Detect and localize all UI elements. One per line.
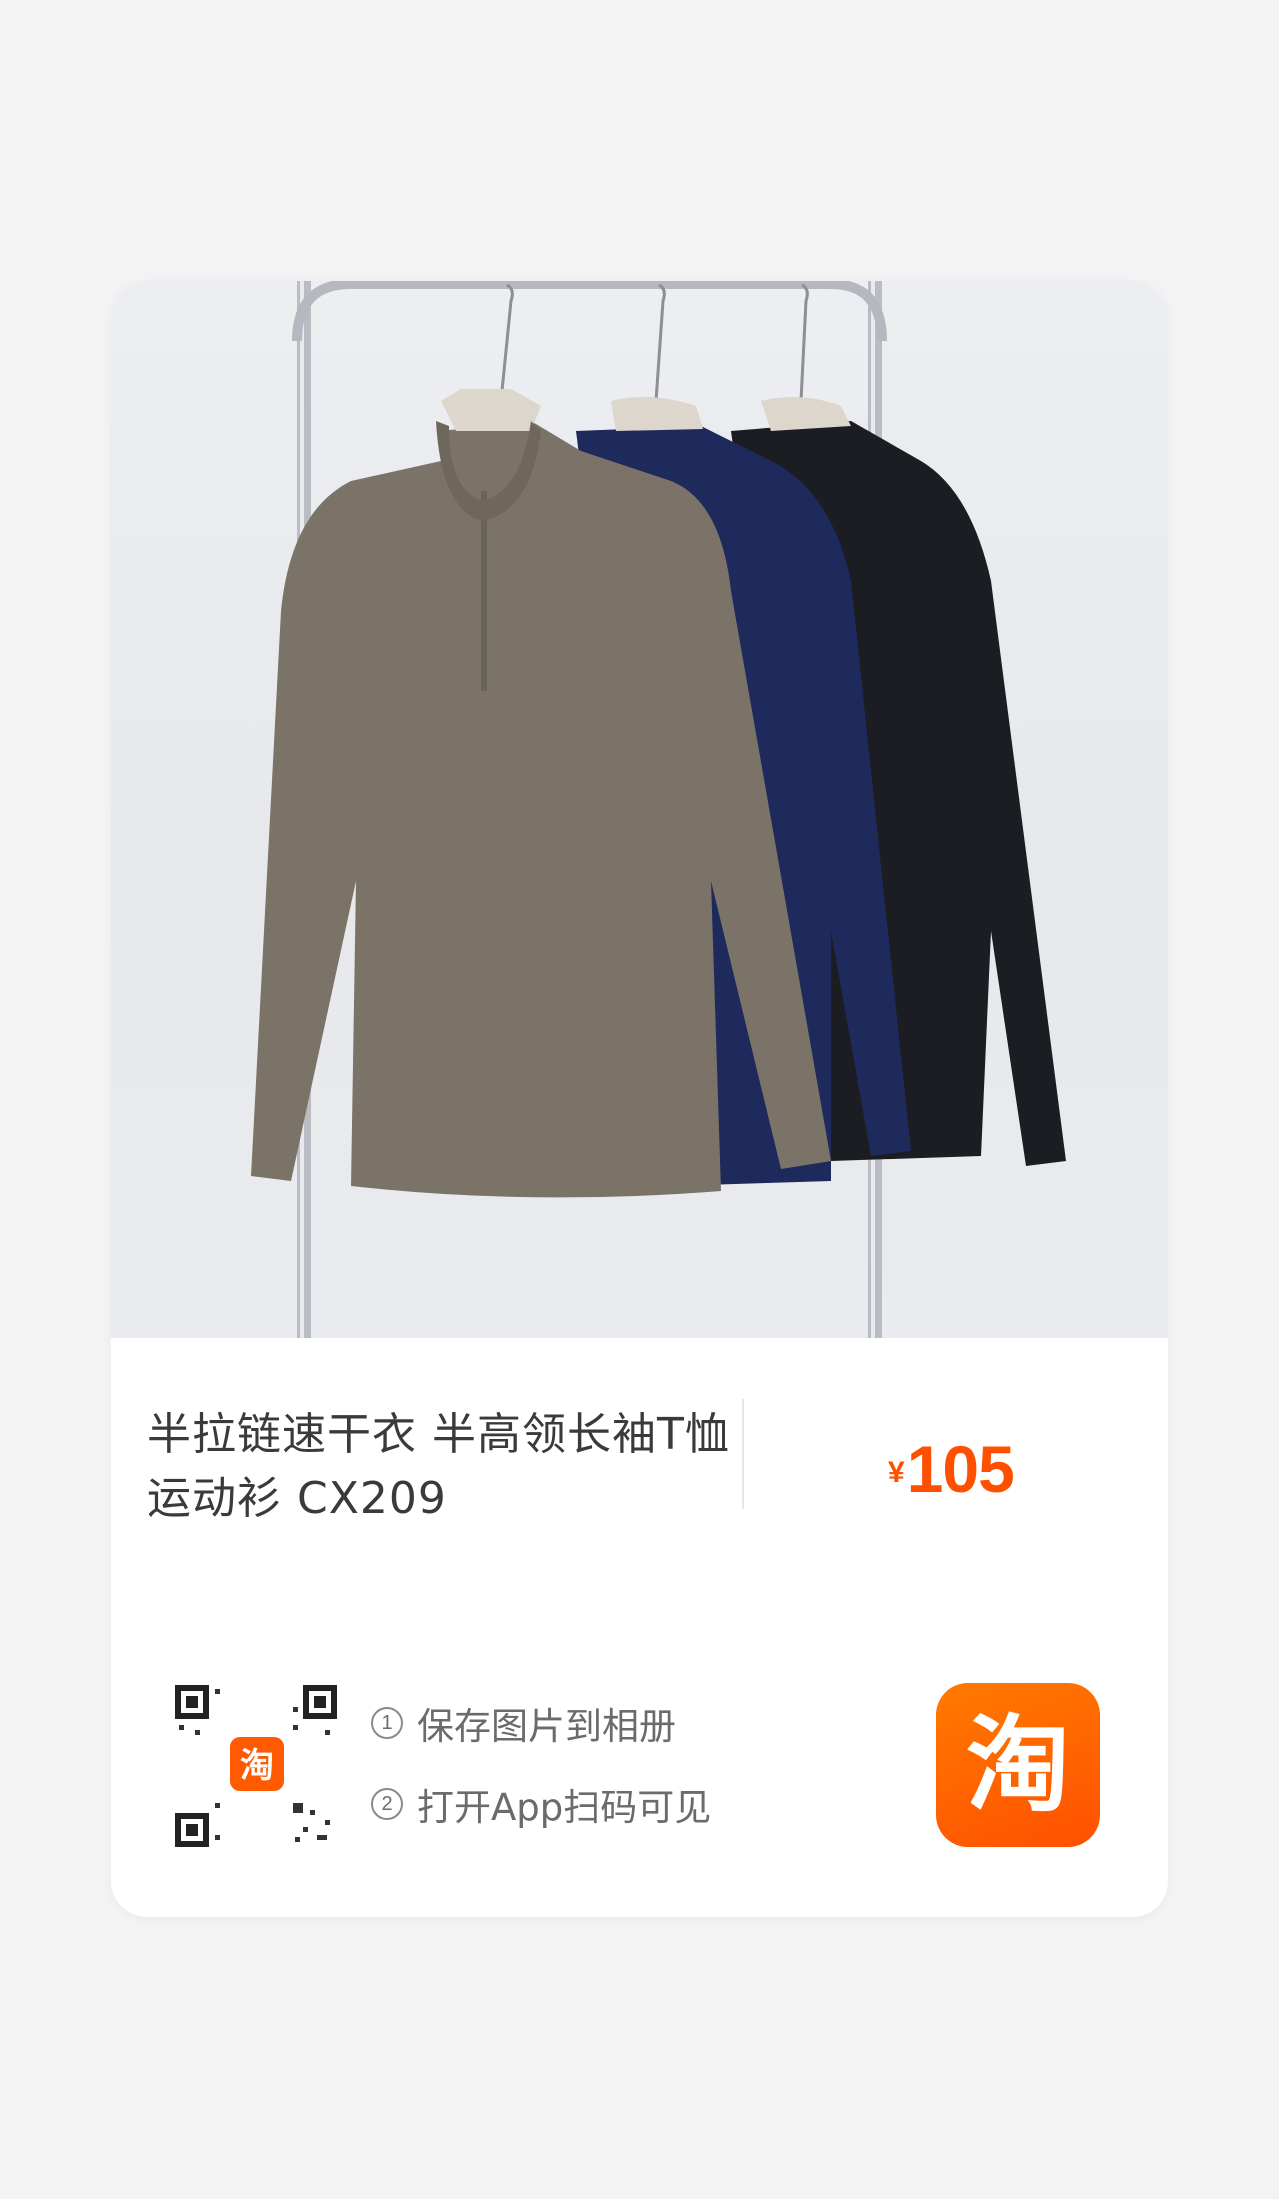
step-text-1: 保存图片到相册 [417, 1705, 676, 1748]
instruction-step-2: 2 打开App扫码可见 [371, 1780, 712, 1829]
product-title: 半拉链速干衣 半高领长袖T恤运动衫 CX209 [147, 1409, 730, 1524]
qr-code-icon: 淘 [175, 1685, 337, 1847]
qr-center-logo-glyph: 淘 [240, 1746, 274, 1786]
step-number-2: 2 [371, 1788, 403, 1820]
product-image[interactable] [111, 281, 1168, 1338]
price-currency: ¥ [888, 1456, 905, 1489]
divider [742, 1399, 744, 1509]
product-price: ¥105 [888, 1431, 1015, 1507]
share-card: 半拉链速干衣 半高领长袖T恤运动衫 CX209 ¥105 淘 1 保存图片到相册… [111, 281, 1168, 1917]
step-number-1: 1 [371, 1707, 403, 1739]
qr-code[interactable]: 淘 [175, 1685, 337, 1847]
product-image-illustration [251, 281, 1066, 1338]
instruction-step-1: 1 保存图片到相册 [371, 1699, 711, 1748]
price-amount: 105 [906, 1432, 1015, 1506]
hangers-icon [499, 283, 809, 402]
step-text-2: 打开App扫码可见 [417, 1786, 712, 1829]
scan-instructions: 1 保存图片到相册 2 打开App扫码可见 [371, 1699, 711, 1861]
taobao-app-icon[interactable]: 淘 [936, 1683, 1100, 1847]
